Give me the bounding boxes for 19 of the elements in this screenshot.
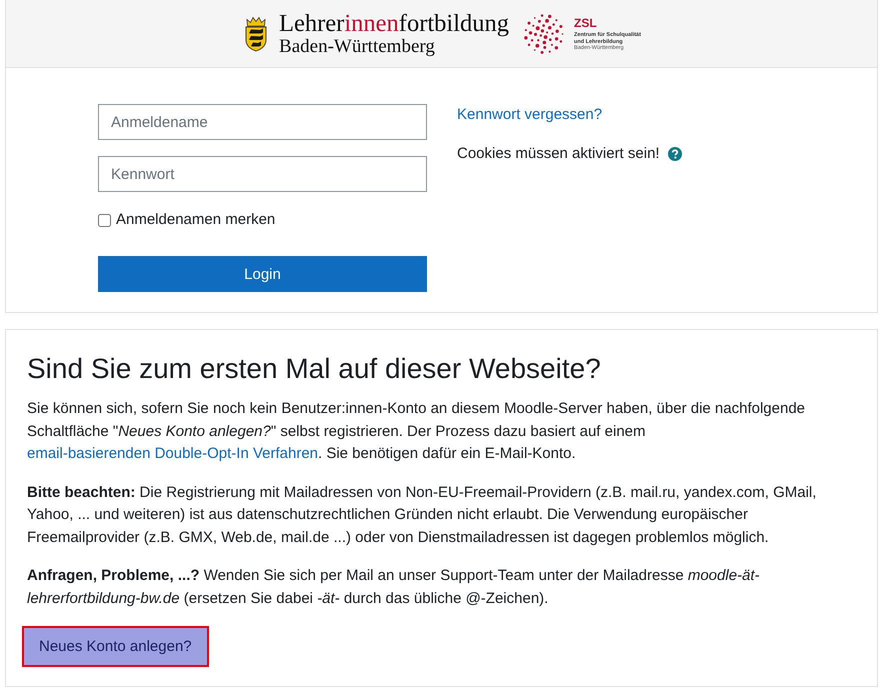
info-paragraph: Sie können sich, sofern Sie noch kein Benutzer:innen-Konto an diesem Moodle-Server haben, über die nachfolgende Schaltfläche "Neues Konto anlegen?" selbst registrieren. Der Prozess dazu basiert auf einem email-basierenden Double-Opt-In Verfahren. Sie benötigen dafür ein E-Mail-Konto. xyxy=(27,399,806,464)
logo-acronym: ZSL xyxy=(574,17,597,30)
info-paragraph: Anfragen, Probleme, ...? Wenden Sie sich per Mail an unser Support-Team unter der Mailadresse moodle-ät-lehrerfortbildung-bw.de (ersetzen Sie dabei -ät- durch das übliche @-Zeichen). xyxy=(27,566,761,608)
coat-of-arms-icon xyxy=(244,16,268,52)
logo-subtitle: Baden-Württemberg xyxy=(279,36,435,56)
login-button[interactable]: Login xyxy=(98,256,427,292)
logo-title: Lehrerinnenfortbildung xyxy=(279,12,510,36)
forgot-password-link[interactable]: Kennwort vergessen? xyxy=(457,104,602,126)
info-paragraph: Bitte beachten: Die Registrierung mit Mailadressen von Non-EU-Freemail-Providern (z.B. mail.ru, yandex.com, GMail, Yahoo, ... und weiteren) ist aus datenschutzrechtlichen Gründen nicht erlaubt. Die Verwendung europäischer Freemailprovider (z.B. GMX, Web.de, mail.de ...) oder von Dienstmailadressen ist dagegen problemlos möglich. xyxy=(27,482,818,548)
remember-label: Anmeldenamen merken xyxy=(116,210,276,230)
password-field[interactable]: Kennwort xyxy=(98,156,427,192)
signup-heading: Sind Sie zum ersten Mal auf dieser Webseite? xyxy=(27,352,602,386)
help-icon[interactable] xyxy=(668,147,682,161)
dotted-circle-icon xyxy=(524,14,564,54)
new-account-button[interactable]: Neues Konto anlegen? xyxy=(22,626,209,667)
cookies-notice: Cookies müssen aktiviert sein! xyxy=(457,144,660,164)
remember-checkbox[interactable] xyxy=(98,214,111,226)
username-field[interactable]: Anmeldename xyxy=(98,104,427,140)
info-link[interactable]: email-basierenden Double-Opt-In Verfahren xyxy=(27,445,318,462)
